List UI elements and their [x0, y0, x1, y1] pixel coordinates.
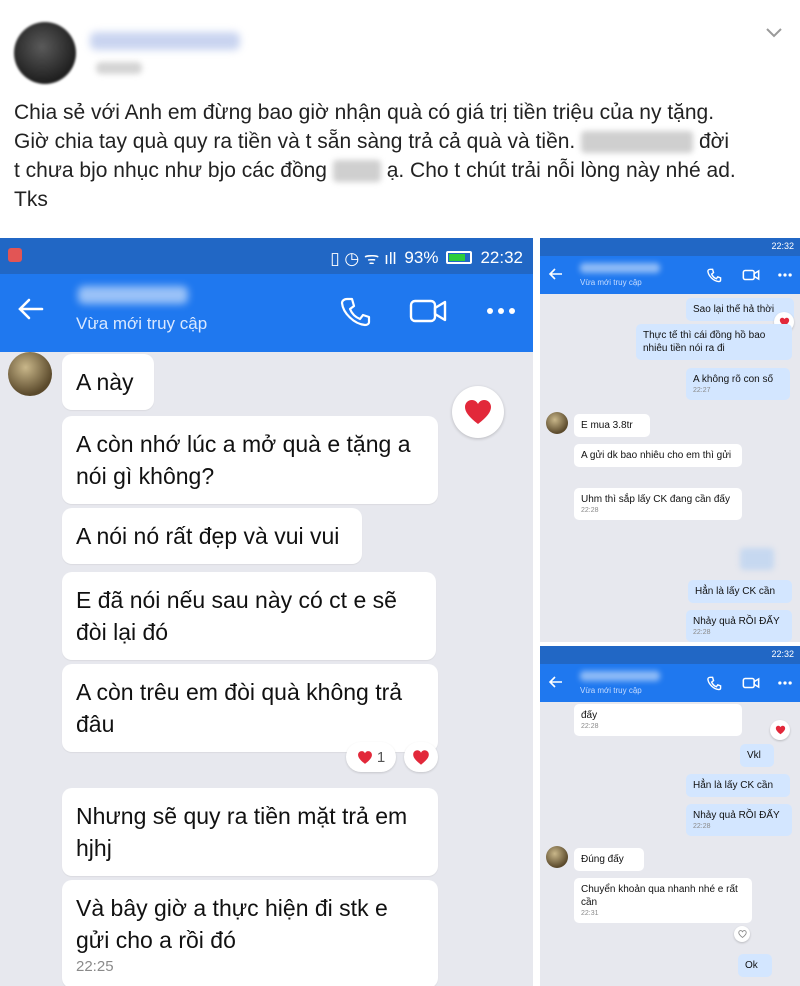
contact-avatar[interactable]: [546, 412, 568, 434]
post-line-1: Chia sẻ với Anh em đừng bao giờ nhận quà…: [14, 101, 715, 124]
status-time: 22:32: [480, 247, 523, 267]
phone-icon[interactable]: [706, 675, 722, 691]
message-bubble-in[interactable]: đấy 22:28: [574, 704, 742, 736]
message-bubble-out[interactable]: Nhảy quả RỒI ĐẤY 22:28: [686, 610, 792, 642]
message-bubble-out[interactable]: Thực tế thì cái đồng hồ bao nhiêu tiền n…: [636, 324, 792, 360]
redacted-text: [581, 131, 694, 154]
message-bubble[interactable]: A này: [62, 354, 154, 410]
message-bubble[interactable]: A nói nó rất đẹp và vui vui: [62, 508, 362, 564]
message-bubble-in[interactable]: Uhm thì sắp lấy CK đang cần đấy 22:28: [574, 488, 742, 520]
video-call-icon[interactable]: [742, 675, 760, 691]
message-bubble-out[interactable]: Hẳn là lấy CK cần: [686, 774, 790, 797]
message-bubble-in[interactable]: A gửi dk bao nhiêu cho em thì gửi: [574, 444, 742, 467]
status-bar: 22:32: [540, 238, 800, 256]
author-name-blurred[interactable]: [90, 32, 240, 50]
post-text: Chia sẻ với Anh em đừng bao giờ nhận quà…: [14, 98, 790, 214]
heart-icon: [357, 750, 372, 764]
status-bar: 22:32: [540, 646, 800, 664]
contact-status: Vừa mới truy cập: [580, 686, 642, 695]
contact-status: Vừa mới truy cập: [580, 278, 642, 287]
contact-avatar[interactable]: [8, 352, 52, 396]
contact-avatar[interactable]: [546, 846, 568, 868]
phone-icon[interactable]: [706, 267, 722, 283]
message-bubble[interactable]: Và bây giờ a thực hiện đi stk e gửi cho …: [62, 880, 438, 986]
chat-app-bar: Vừa mới truy cập: [540, 664, 800, 702]
more-options-icon[interactable]: [484, 296, 518, 326]
message-bubble-in[interactable]: Chuyển khoản qua nhanh nhé e rất cần 22:…: [574, 878, 752, 923]
reaction-summary[interactable]: 1: [346, 742, 396, 772]
chat-screenshot-2: 22:32 Vừa mới truy cập Sao lại thế hả th…: [540, 238, 800, 642]
contact-name-blurred[interactable]: [78, 286, 188, 304]
heart-icon: [465, 400, 491, 424]
post-line-3: t chưa bjo nhục như bjo các đồng ạ. Cho …: [14, 159, 736, 183]
chat-screenshot-main: ▯ ◷ ᯤ ıll 93% 22:32 Vừa mới truy cập A n…: [0, 238, 533, 986]
chat-app-bar: Vừa mới truy cập: [540, 256, 800, 294]
message-bubble-out[interactable]: Hẳn là lấy CK cần: [688, 580, 792, 603]
message-time: 22:28: [581, 507, 599, 514]
message-bubble[interactable]: Nhưng sẽ quy ra tiền mặt trả em hjhj: [62, 788, 438, 876]
post-line-4: Tks: [14, 188, 48, 211]
back-arrow-icon[interactable]: [548, 266, 564, 282]
heart-icon: [775, 725, 785, 735]
post-time-blurred[interactable]: [96, 62, 142, 74]
contact-name-blurred[interactable]: [580, 671, 660, 681]
video-call-icon[interactable]: [742, 267, 760, 283]
author-avatar[interactable]: [14, 22, 76, 84]
back-arrow-icon[interactable]: [14, 292, 48, 326]
back-arrow-icon[interactable]: [548, 674, 564, 690]
contact-status: Vừa mới truy cập: [76, 314, 208, 333]
message-bubble[interactable]: A còn trêu em đòi quà không trả đâu: [62, 664, 438, 752]
phone-icon[interactable]: [338, 294, 372, 328]
message-bubble-out[interactable]: Nhảy quả RỒI ĐẤY 22:28: [686, 804, 792, 836]
message-time: 22:28: [693, 823, 711, 830]
post-line-2: Giờ chia tay quà quy ra tiền và t sẵn sà…: [14, 130, 730, 154]
message-time: 22:25: [76, 958, 114, 975]
heart-outline-icon: [737, 930, 747, 938]
message-bubble-in[interactable]: Đúng đấy: [574, 848, 644, 871]
message-bubble-out[interactable]: A không rõ con số 22:27: [686, 368, 790, 400]
redacted-message: [740, 548, 774, 570]
message-time: 22:31: [581, 910, 599, 917]
status-bar: ▯ ◷ ᯤ ıll 93% 22:32: [0, 238, 533, 274]
contact-name-blurred[interactable]: [580, 263, 660, 273]
message-bubble-out[interactable]: Ok: [738, 954, 772, 977]
message-bubble[interactable]: A còn nhớ lúc a mở quà e tặng a nói gì k…: [62, 416, 438, 504]
message-time: 22:28: [693, 629, 711, 636]
redacted-text: [332, 160, 381, 183]
heart-reaction-button[interactable]: [452, 386, 504, 438]
more-options-icon[interactable]: [776, 268, 794, 282]
chevron-down-icon[interactable]: [764, 22, 784, 42]
heart-reaction-button[interactable]: [734, 926, 750, 942]
message-time: 22:27: [693, 387, 711, 394]
battery-icon: [446, 251, 473, 264]
heart-reaction-button[interactable]: [770, 720, 790, 740]
chat-screenshot-3: 22:32 Vừa mới truy cập đấy 22:28 Vkl Hẳn…: [540, 646, 800, 986]
app-notification-icon: [8, 248, 22, 262]
reaction-count: 1: [376, 748, 386, 766]
more-options-icon[interactable]: [776, 676, 794, 690]
chat-app-bar: Vừa mới truy cập: [0, 274, 533, 352]
battery-percent: 93%: [404, 247, 439, 267]
video-call-icon[interactable]: [408, 294, 448, 328]
post-header: [0, 0, 800, 92]
message-bubble-in[interactable]: E mua 3.8tr: [574, 414, 650, 437]
heart-icon: [413, 749, 429, 765]
heart-reaction-button[interactable]: [404, 742, 438, 772]
message-time: 22:28: [581, 723, 599, 730]
message-bubble-out[interactable]: Vkl: [740, 744, 774, 767]
message-bubble[interactable]: E đã nói nếu sau này có ct e sẽ đòi lại …: [62, 572, 436, 660]
signal-icons: ▯ ◷ ᯤ ıll: [330, 249, 397, 268]
